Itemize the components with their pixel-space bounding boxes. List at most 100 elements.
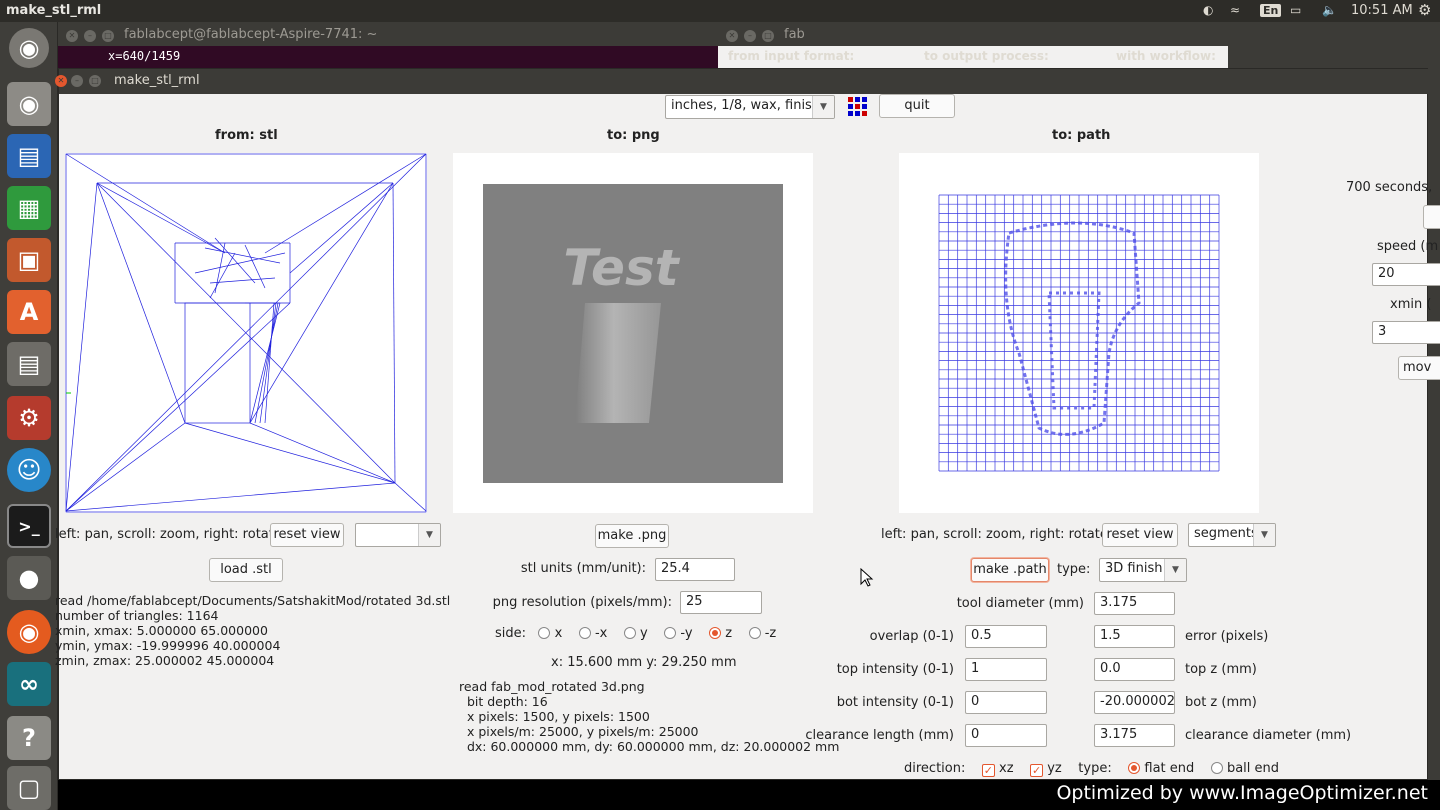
make-path-button[interactable]: make .path: [971, 558, 1049, 582]
keyboard-layout-indicator[interactable]: En: [1260, 3, 1282, 17]
png-heightmap-image: Test: [483, 184, 783, 483]
camera-app-icon[interactable]: ◉: [7, 82, 51, 126]
stl-reset-view-button[interactable]: reset view: [270, 523, 344, 547]
path-reset-view-button[interactable]: reset view: [1102, 523, 1178, 547]
fab-logo-icon: [848, 97, 867, 116]
writer-app-icon[interactable]: ▤: [7, 134, 51, 178]
side-neg-y-radio[interactable]: [664, 627, 677, 639]
png-heading: to: png: [607, 128, 660, 143]
sync-icon[interactable]: ◐: [1203, 3, 1213, 17]
terminal-app-icon[interactable]: >_: [7, 504, 51, 548]
top-z-label: top z (mm): [1185, 662, 1257, 677]
clearance-diameter-input[interactable]: 3.175: [1094, 724, 1175, 747]
path-3d-view[interactable]: [899, 153, 1259, 513]
flat-end-radio[interactable]: [1128, 762, 1141, 774]
side-y-radio[interactable]: [623, 627, 636, 639]
trash-icon[interactable]: ▢: [7, 766, 51, 810]
window-titlebar[interactable]: ✕ – □ make_stl_rml: [55, 69, 1429, 94]
maximize-icon[interactable]: □: [762, 30, 774, 42]
make-stl-rml-window: ✕ – □ make_stl_rml inches, 1/8, wax, fin…: [55, 68, 1440, 780]
lang-label: En: [1260, 4, 1282, 17]
side-neg-x-radio[interactable]: [578, 627, 591, 639]
empathy-chat-icon[interactable]: ☺: [7, 448, 51, 492]
make-png-button[interactable]: make .png: [595, 524, 669, 548]
wifi-icon[interactable]: ≈: [1230, 3, 1240, 17]
toolpath-contour: [1004, 221, 1141, 436]
watermark-text: Optimized by www.ImageOptimizer.net: [1056, 782, 1428, 804]
stl-units-input[interactable]: 25.4: [655, 558, 735, 581]
side-neg-z-radio[interactable]: [748, 627, 761, 639]
output-process-label: to output process:: [924, 49, 1049, 63]
rml-action-button[interactable]: [1423, 205, 1440, 229]
help-app-icon[interactable]: ?: [7, 716, 51, 760]
bot-z-input[interactable]: -20.000002: [1094, 691, 1175, 714]
png-preview[interactable]: Test: [453, 153, 813, 513]
minimize-icon[interactable]: –: [84, 30, 96, 42]
tool-diameter-label: tool diameter (mm): [956, 596, 1084, 611]
active-app-title: make_stl_rml: [6, 3, 102, 18]
close-icon[interactable]: ✕: [66, 30, 78, 42]
cursor-coordinates: x: 15.600 mm y: 29.250 mm: [551, 655, 737, 670]
toolpath-drawing: [938, 194, 1220, 472]
mouse-cursor-icon: [860, 568, 874, 587]
error-input[interactable]: 1.5: [1094, 625, 1175, 648]
fab-window[interactable]: ✕ – □ fab from input format: to output p…: [718, 24, 1228, 68]
path-view-select-value: segments: [1194, 526, 1258, 541]
load-stl-button[interactable]: load .stl: [209, 558, 283, 582]
side-selector: side: x -x y -y z -z: [495, 626, 776, 641]
error-label: error (pixels): [1185, 629, 1269, 644]
top-intensity-input[interactable]: 1: [965, 658, 1047, 681]
bot-z-label: bot z (mm): [1185, 695, 1257, 710]
overlap-input[interactable]: 0.5: [965, 625, 1047, 648]
side-x-radio[interactable]: [538, 627, 551, 639]
png-resolution-input[interactable]: 25: [680, 591, 762, 614]
volume-icon[interactable]: 🔈: [1322, 3, 1337, 17]
stl-view-select[interactable]: ▼: [355, 523, 441, 547]
top-panel: make_stl_rml ◐ ≈ En ▭ 🔈 10:51 AM ⚙: [0, 0, 1440, 22]
battery-icon[interactable]: ▭: [1290, 3, 1301, 17]
direction-yz-label: yz: [1047, 761, 1062, 776]
minimize-icon[interactable]: –: [71, 75, 83, 87]
terminal-output[interactable]: x=640/1459: [58, 46, 718, 68]
path-type-select[interactable]: 3D finish ▼: [1099, 558, 1187, 582]
direction-xz-label: xz: [999, 761, 1014, 776]
quit-button[interactable]: quit: [879, 94, 955, 118]
clock[interactable]: 10:51 AM: [1351, 3, 1413, 18]
impress-app-icon[interactable]: ▣: [7, 238, 51, 282]
dash-home-icon[interactable]: ◉: [9, 28, 49, 68]
png-resolution-label: png resolution (pixels/mm):: [492, 595, 672, 610]
stl-3d-view[interactable]: [65, 153, 427, 513]
terminal-window[interactable]: ✕ – □ fablabcept@fablabcept-Aspire-7741:…: [58, 24, 718, 68]
direction-row: direction: ✓ xz ✓ yz type: flat end ball…: [904, 761, 1279, 777]
speed-input[interactable]: 20: [1372, 263, 1440, 286]
close-icon[interactable]: ✕: [726, 30, 738, 42]
workflow-select[interactable]: inches, 1/8, wax, finish ▼: [665, 95, 835, 119]
preview-text: Test: [563, 239, 680, 297]
clearance-length-input[interactable]: 0: [965, 724, 1047, 747]
path-view-select[interactable]: segments ▼: [1188, 523, 1276, 547]
maximize-icon[interactable]: □: [89, 75, 101, 87]
side-z-radio[interactable]: [709, 627, 722, 639]
direction-xz-checkbox[interactable]: ✓: [981, 764, 995, 777]
tool-diameter-input[interactable]: 3.175: [1094, 592, 1175, 615]
xmin-input[interactable]: 3: [1372, 321, 1440, 344]
close-icon[interactable]: ✕: [55, 75, 67, 87]
ball-end-radio[interactable]: [1210, 762, 1223, 774]
calc-app-icon[interactable]: ▦: [7, 186, 51, 230]
chevron-down-icon: ▼: [1253, 524, 1275, 546]
chevron-down-icon: ▼: [812, 96, 834, 118]
minimize-icon[interactable]: –: [744, 30, 756, 42]
firefox-app-icon[interactable]: ◉: [7, 610, 51, 654]
arduino-app-icon[interactable]: ∞: [7, 662, 51, 706]
bot-intensity-input[interactable]: 0: [965, 691, 1047, 714]
system-settings-icon[interactable]: ⚙: [7, 396, 51, 440]
estimated-time: 700 seconds,: [1346, 180, 1433, 195]
gimp-app-icon[interactable]: ●: [7, 556, 51, 600]
software-center-icon[interactable]: A: [7, 290, 51, 334]
move-button[interactable]: mov: [1398, 356, 1440, 380]
top-z-input[interactable]: 0.0: [1094, 658, 1175, 681]
direction-yz-checkbox[interactable]: ✓: [1030, 764, 1044, 777]
maximize-icon[interactable]: □: [102, 30, 114, 42]
files-app-icon[interactable]: ▤: [7, 342, 51, 386]
settings-gear-icon[interactable]: ⚙: [1418, 1, 1431, 19]
